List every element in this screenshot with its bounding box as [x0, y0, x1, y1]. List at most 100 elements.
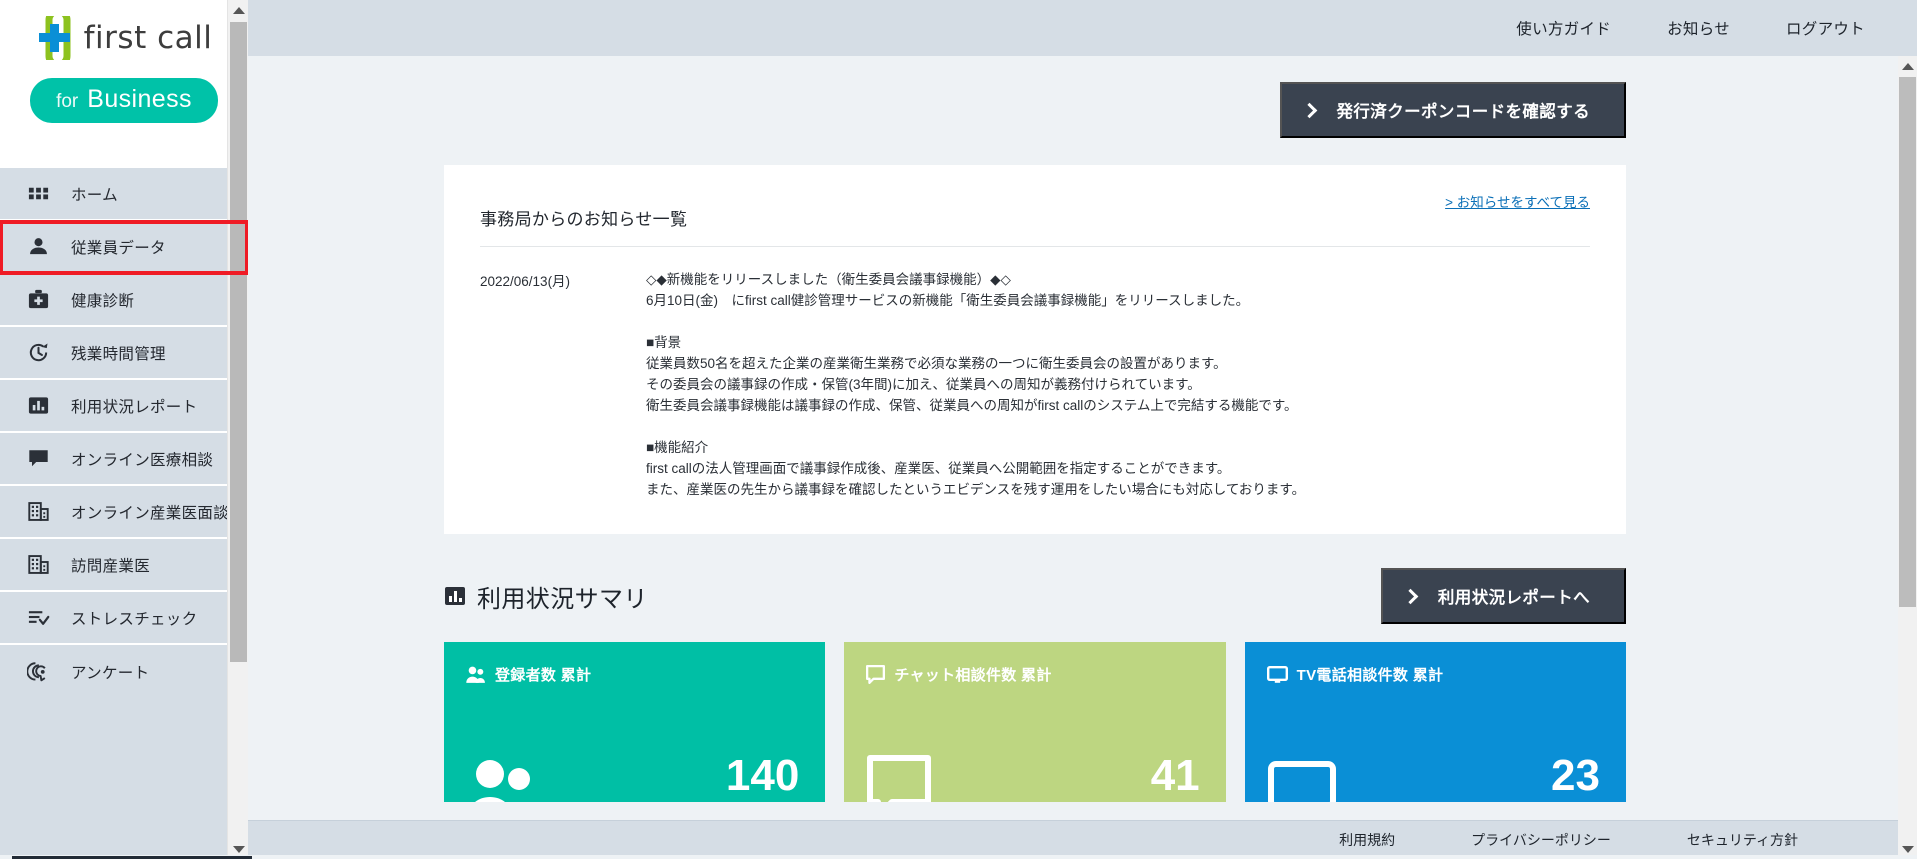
- sidebar-item-usage-report[interactable]: 利用状況レポート: [0, 380, 248, 433]
- topbar-link-notifications[interactable]: お知らせ: [1667, 17, 1730, 39]
- main-scroll-thumb[interactable]: [1899, 77, 1916, 607]
- sidebar-scroll-up-icon[interactable]: [228, 0, 248, 20]
- notice-blank-line: [646, 416, 1305, 437]
- chat-bubble-icon-large: [866, 754, 932, 802]
- stat-card-value: 41: [1150, 751, 1200, 800]
- notice-line: 6月10日(金) にfirst call健診管理サービスの新機能「衛生委員会議事…: [646, 293, 1250, 308]
- usage-summary-header: 利用状況サマリ 利用状況レポートへ: [444, 568, 1626, 624]
- cross-plus-icon: [36, 7, 76, 69]
- sidebar-item-label: 健康診断: [71, 292, 135, 310]
- list-check-icon: [26, 605, 51, 630]
- footer-link-privacy-policy[interactable]: プライバシーポリシー: [1471, 830, 1611, 850]
- notice-line: 従業員数50名を超えた企業の産業衛生業務で必須な業務の一つに衛生委員会の設置があ…: [646, 356, 1227, 371]
- footer-link-terms-of-service[interactable]: 利用規約: [1339, 830, 1395, 850]
- sidebar-item-label: ホーム: [71, 186, 118, 204]
- stat-card-body: 23: [1267, 754, 1600, 802]
- sidebar-item-online-occupational-physician-interview[interactable]: オンライン産業医面談: [0, 486, 248, 539]
- monitor-icon: [1266, 665, 1288, 684]
- stat-card-label: 登録者数 累計: [495, 667, 592, 684]
- notice-body: ◇◆新機能をリリースしました（衛生委員会議事録機能）◆◇ 6月10日(金) にfi…: [646, 269, 1305, 500]
- see-all-notices-link[interactable]: > お知らせをすべて見る: [1445, 191, 1590, 211]
- bar-chart-icon: [444, 585, 466, 607]
- usage-summary-title: 利用状況サマリ: [477, 585, 648, 613]
- chat-bubble-icon: [26, 446, 51, 471]
- people-icon-large: [466, 758, 540, 802]
- notice-line: ■機能紹介: [646, 440, 709, 455]
- footer-link-security-policy[interactable]: セキュリティ方針: [1687, 830, 1798, 850]
- sidebar-scroll-thumb[interactable]: [230, 22, 247, 662]
- top-navigation-bar: 使い方ガイド お知らせ ログアウト: [248, 0, 1917, 56]
- stat-card-body: 41: [866, 751, 1200, 802]
- main-scroll-up-icon[interactable]: [1898, 56, 1917, 76]
- badge-prefix: for: [56, 91, 79, 112]
- notice-line: ■背景: [646, 335, 682, 350]
- person-icon: [26, 234, 51, 259]
- stat-card-header: TV電話相談件数 累計: [1266, 664, 1604, 685]
- video-consultations-card: TV電話相談件数 累計 23: [1244, 642, 1626, 802]
- sidebar-item-label: 訪問産業医: [71, 557, 151, 575]
- sidebar-item-stress-check[interactable]: ストレスチェック: [0, 592, 248, 645]
- notice-line: その委員会の議事録の作成・保管(3年間)に加え、従業員への周知が義務付けられてい…: [646, 377, 1201, 392]
- sidebar-item-label: アンケート: [71, 664, 150, 682]
- notice-date: 2022/06/13(月): [480, 274, 571, 289]
- people-icon: [466, 666, 486, 683]
- clock-refresh-icon: [26, 340, 51, 365]
- sidebar-nav-list: ホーム従業員データ健康診断残業時間管理利用状況レポート オンライン医療相談 オンライ…: [0, 168, 248, 698]
- main-content: 発行済クーポンコードを確認する 事務局からのお知らせ一覧 > お知らせをすべて見…: [248, 56, 1898, 828]
- go-to-usage-report-button[interactable]: 利用状況レポートへ: [1380, 568, 1626, 624]
- chat-bubble-icon: [866, 665, 886, 684]
- brand-logo[interactable]: first call: [36, 7, 213, 69]
- notice-line: また、産業医の先生から議事録を確認したというエビデンスを残す運用をしたい場合にも…: [646, 482, 1306, 497]
- sidebar-item-home[interactable]: ホーム: [0, 168, 248, 221]
- usage-summary-title-group: 利用状況サマリ: [444, 579, 648, 614]
- notice-line: ◇◆新機能をリリースしました（衛生委員会議事録機能）◆◇: [646, 272, 1011, 287]
- sidebar-item-survey[interactable]: アンケート: [0, 645, 248, 698]
- grid-icon: [26, 181, 51, 206]
- notice-panel-header: 事務局からのお知らせ一覧 > お知らせをすべて見る: [480, 191, 1590, 230]
- sidebar-item-label: 利用状況レポート: [71, 398, 198, 416]
- sidebar-item-label: ストレスチェック: [71, 610, 198, 628]
- usage-report-button-label: 利用状況レポートへ: [1437, 589, 1590, 607]
- building-icon: [26, 499, 51, 524]
- main-scrollbar[interactable]: [1898, 56, 1917, 859]
- for-business-badge: for Business: [30, 78, 218, 123]
- stat-card-body: 140: [466, 754, 799, 802]
- brand-logo-text: first call: [83, 20, 213, 56]
- sidebar-item-employee-data[interactable]: 従業員データ: [0, 220, 248, 275]
- sidebar-item-label: 残業時間管理: [71, 345, 166, 363]
- megaphone-icon: [26, 659, 51, 684]
- footer: 利用規約 プライバシーポリシー セキュリティ方針: [248, 820, 1898, 859]
- notice-line: first callの法人管理画面で議事録作成後、産業医、従業員へ公開範囲を指定…: [646, 461, 1231, 476]
- chat-consultations-card: チャット相談件数 累計 41: [844, 642, 1226, 802]
- confirm-issued-coupon-code-button[interactable]: 発行済クーポンコードを確認する: [1279, 82, 1626, 138]
- notice-panel: 事務局からのお知らせ一覧 > お知らせをすべて見る 2022/06/13(月) …: [444, 165, 1626, 534]
- notice-panel-title: 事務局からのお知らせ一覧: [480, 210, 688, 229]
- notice-blank-line: [646, 311, 1305, 332]
- application-window: first call for Business ホーム従業員データ健康診断残業時…: [0, 0, 1917, 859]
- notice-line: 衛生委員会議事録機能は議事録の作成、保管、従業員への周知がfirst callの…: [646, 398, 1298, 413]
- notice-entry: 2022/06/13(月) ◇◆新機能をリリースしました（衛生委員会議事録機能）…: [480, 247, 1590, 500]
- sidebar-item-label: オンライン産業医面談: [71, 504, 230, 522]
- coupon-button-label: 発行済クーポンコードを確認する: [1336, 103, 1590, 121]
- registered-users-card: 登録者数 累計 140: [444, 642, 826, 802]
- brand-logo-area: first call for Business: [0, 0, 248, 168]
- usage-summary-cards: 登録者数 累計 140 チャット相談件数 累計 41 TV電話相談件数 累計 23: [444, 642, 1626, 802]
- medical-kit-icon: [26, 287, 51, 312]
- bottom-strip: [0, 855, 1917, 859]
- sidebar-scrollbar[interactable]: [227, 0, 248, 859]
- building-icon: [26, 552, 51, 577]
- chevron-right-icon: [1301, 102, 1317, 118]
- sidebar-item-online-medical-consultation[interactable]: オンライン医療相談: [0, 433, 248, 486]
- stat-card-header: 登録者数 累計: [466, 664, 803, 685]
- coupon-button-row: 発行済クーポンコードを確認する: [248, 82, 1898, 138]
- bar-chart-icon: [26, 393, 51, 418]
- sidebar-item-visiting-occupational-physician[interactable]: 訪問産業医: [0, 539, 248, 592]
- sidebar-item-label: オンライン医療相談: [71, 451, 214, 469]
- stat-card-value: 23: [1551, 751, 1600, 800]
- topbar-link-usage-guide[interactable]: 使い方ガイド: [1516, 17, 1611, 39]
- sidebar-item-overtime-management[interactable]: 残業時間管理: [0, 327, 248, 380]
- badge-main: Business: [87, 85, 192, 113]
- stat-card-label: チャット相談件数 累計: [894, 667, 1052, 684]
- sidebar-item-health-checkup[interactable]: 健康診断: [0, 274, 248, 327]
- topbar-link-logout[interactable]: ログアウト: [1786, 17, 1865, 39]
